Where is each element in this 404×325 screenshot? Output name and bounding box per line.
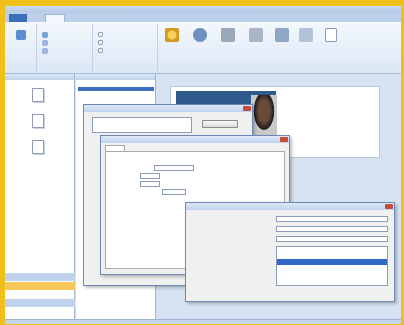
application-window — [5, 6, 401, 324]
dropdown-field[interactable] — [276, 236, 388, 242]
ribbon — [5, 22, 401, 74]
tab-mailings[interactable] — [135, 14, 163, 22]
tab-design[interactable] — [103, 14, 127, 22]
close-icon[interactable] — [243, 106, 251, 111]
field-options-dialog — [185, 202, 395, 302]
close-icon[interactable] — [385, 204, 393, 209]
dropdown-option[interactable] — [277, 271, 387, 277]
list-item[interactable] — [78, 97, 154, 101]
pane-header — [76, 74, 155, 80]
list-item[interactable] — [78, 82, 154, 86]
profile-photo — [251, 95, 277, 135]
nav-item-2[interactable] — [23, 114, 53, 129]
file-tab[interactable] — [9, 14, 27, 22]
checkbox-icon[interactable] — [98, 48, 103, 53]
dialog-button[interactable] — [202, 120, 238, 128]
refresh-icon[interactable] — [193, 28, 207, 42]
document-icon — [32, 88, 44, 102]
nav-bottom-item-2[interactable] — [5, 282, 75, 290]
arrow-icon[interactable] — [249, 28, 263, 42]
ribbon-group-options — [94, 24, 158, 72]
status-bar — [5, 319, 401, 324]
ribbon-group-tools — [159, 24, 349, 72]
number-field[interactable] — [162, 189, 186, 195]
ribbon-group-clipboard — [38, 24, 93, 72]
text-field[interactable] — [154, 165, 194, 171]
navigation-pane — [5, 74, 75, 320]
dropdown-field[interactable] — [276, 226, 388, 232]
dropdown-list[interactable] — [276, 246, 388, 286]
tab-insert[interactable] — [75, 14, 99, 22]
title-bar — [5, 6, 401, 13]
cut-icon[interactable] — [42, 48, 48, 54]
new-document-icon[interactable] — [16, 30, 26, 40]
dialog-title — [186, 203, 394, 210]
number-field[interactable] — [140, 173, 160, 179]
dropdown-field[interactable] — [276, 216, 388, 222]
document-icon — [32, 140, 44, 154]
nav-item-1[interactable] — [23, 88, 53, 103]
tab-view[interactable] — [167, 14, 187, 22]
list-option[interactable] — [93, 124, 191, 130]
page-icon[interactable] — [325, 28, 337, 42]
checkbox-icon[interactable] — [98, 32, 103, 37]
tab-home[interactable] — [45, 14, 65, 22]
nav-item-3[interactable] — [23, 140, 53, 155]
dialog-title — [101, 136, 289, 143]
document-icon — [32, 114, 44, 128]
copy-icon[interactable] — [42, 40, 48, 46]
nav-bottom-item-3[interactable] — [5, 299, 75, 307]
pane-header — [5, 74, 74, 80]
lightbulb-icon[interactable] — [165, 28, 179, 42]
option-list[interactable] — [92, 117, 192, 133]
close-icon[interactable] — [280, 137, 288, 142]
list-item[interactable] — [78, 87, 154, 91]
number-field[interactable] — [140, 181, 160, 187]
dialog-title — [84, 105, 252, 112]
ribbon-tabs — [5, 13, 401, 22]
layout-icon[interactable] — [299, 28, 313, 42]
list-item[interactable] — [78, 92, 154, 96]
nav-bottom-item-1[interactable] — [5, 273, 75, 281]
paste-icon[interactable] — [42, 32, 48, 38]
arrange-icon[interactable] — [275, 28, 289, 42]
checkbox-icon[interactable] — [98, 40, 103, 45]
ribbon-group-new — [7, 24, 37, 72]
tool-icon[interactable] — [221, 28, 235, 42]
